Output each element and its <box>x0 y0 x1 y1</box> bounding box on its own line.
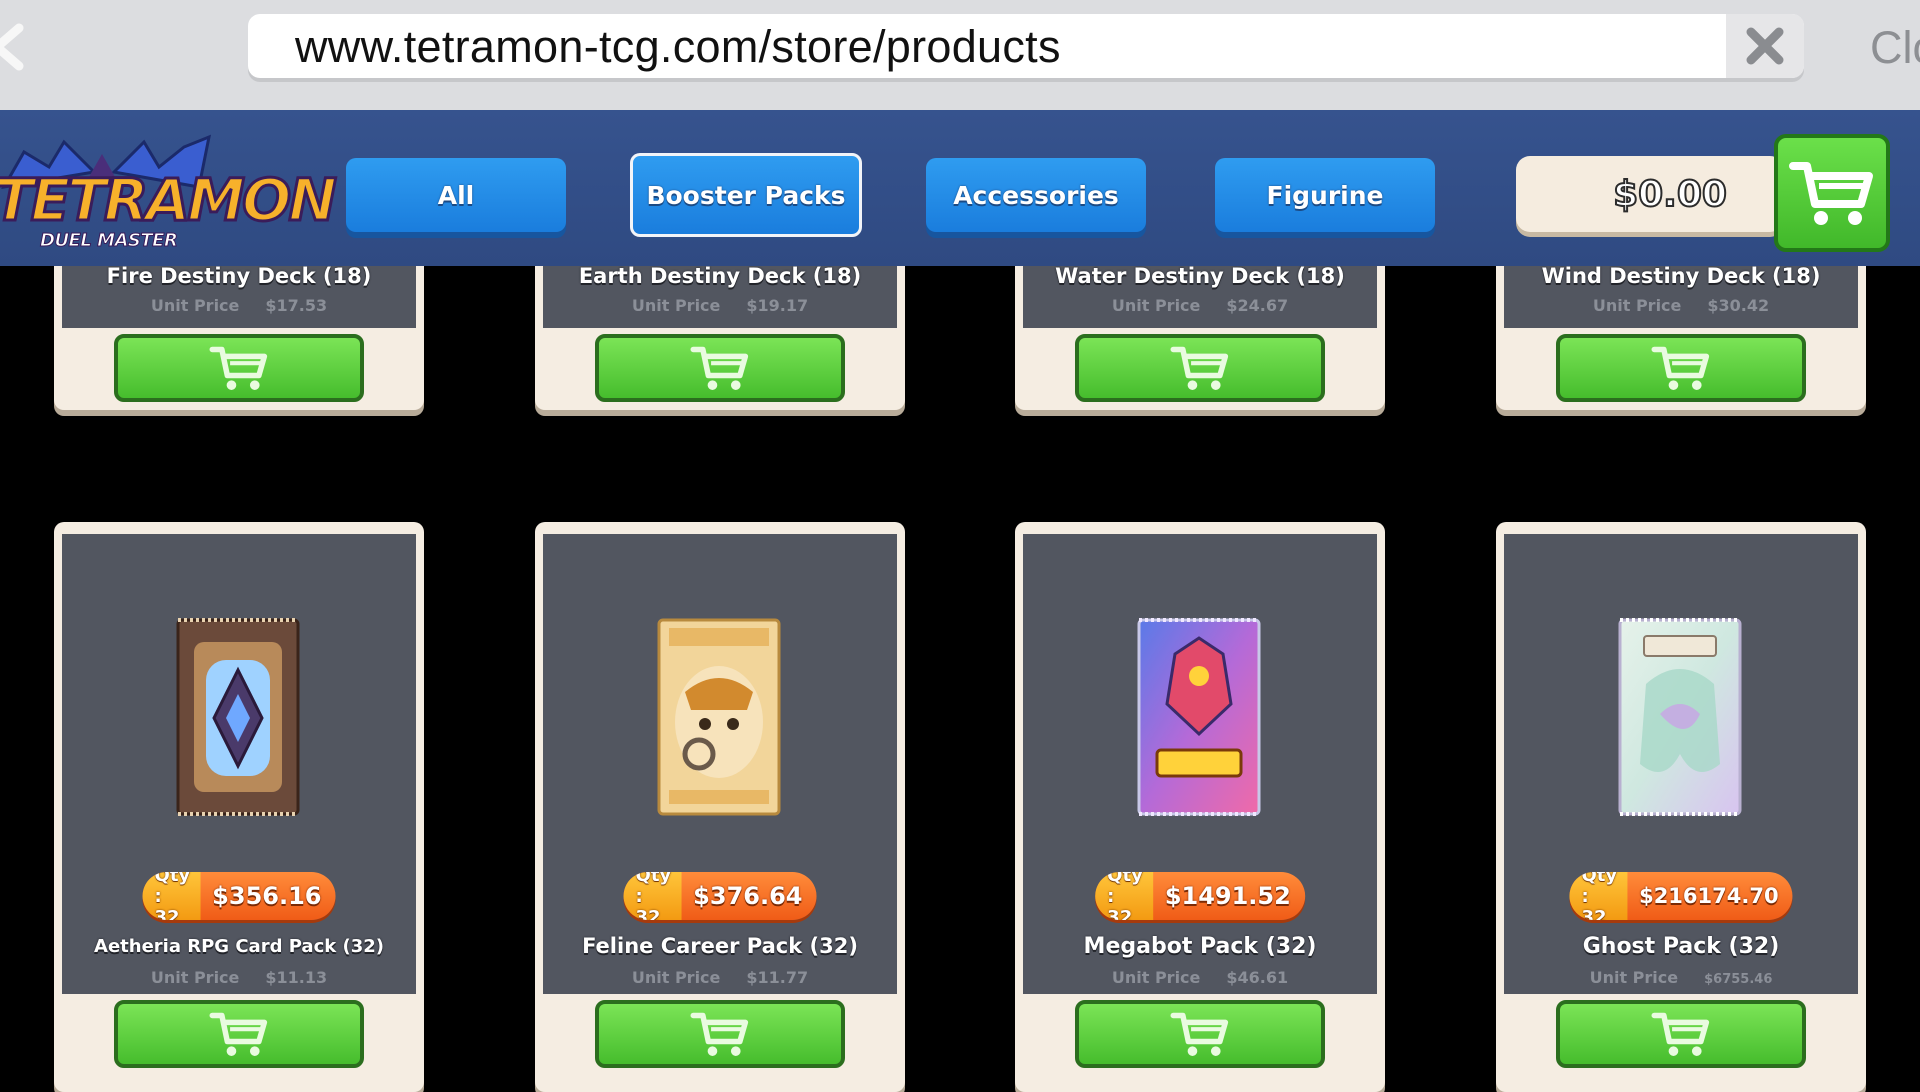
unit-price-label: Unit Price <box>1589 968 1679 987</box>
product-info-panel: Qty : 32 $216174.70 Ghost Pack (32) Unit… <box>1504 534 1858 994</box>
unit-price: Unit Price $11.77 <box>543 968 897 987</box>
qty-label: Qty : 32 <box>1569 872 1628 920</box>
cart-icon <box>1651 346 1710 390</box>
balance-display: $0.00 <box>1516 156 1784 232</box>
product-card: Qty : 32 $356.16 Aetheria RPG Card Pack … <box>54 522 424 1092</box>
tab-accessories[interactable]: Accessories <box>926 158 1146 232</box>
qty-label: Qty : 32 <box>142 872 201 920</box>
chevron-left-icon <box>0 23 24 71</box>
unit-price-value: $46.61 <box>1226 968 1289 987</box>
url-text[interactable]: www.tetramon-tcg.com/store/products <box>295 14 1061 78</box>
unit-price-value: $11.13 <box>265 968 328 987</box>
product-name: Earth Destiny Deck (18) <box>578 264 862 288</box>
unit-price: Unit Price $17.53 <box>62 296 416 315</box>
cart-icon <box>209 346 268 390</box>
pack-price: $376.64 <box>693 882 803 910</box>
browser-chrome: www.tetramon-tcg.com/store/products Clo <box>0 0 1920 110</box>
megabot-pack-image[interactable] <box>1135 614 1263 820</box>
unit-price-value: $6755.46 <box>1704 972 1773 987</box>
unit-price-value: $24.67 <box>1226 296 1289 315</box>
add-to-cart-button[interactable] <box>1556 334 1806 402</box>
logo-subtitle: DUEL MASTER <box>39 230 178 252</box>
logo-title: TETRAMON <box>0 165 338 236</box>
product-name: Aetheria RPG Card Pack (32) <box>94 936 384 957</box>
pack-price: $216174.70 <box>1639 884 1779 908</box>
unit-price: Unit Price $19.17 <box>543 296 897 315</box>
product-card: Qty : 32 $216174.70 Ghost Pack (32) Unit… <box>1496 522 1866 1092</box>
pack-price: $1491.52 <box>1164 882 1291 910</box>
pack-price: $356.16 <box>212 882 322 910</box>
back-button[interactable] <box>0 18 34 76</box>
add-to-cart-button[interactable] <box>1556 1000 1806 1068</box>
cart-icon <box>690 1012 749 1056</box>
store-header: TETRAMON DUEL MASTER All Booster Packs A… <box>0 110 1920 266</box>
unit-price-label: Unit Price <box>631 968 721 987</box>
product-name: Water Destiny Deck (18) <box>1055 264 1345 288</box>
qty-price-badge: Qty : 32 $376.64 <box>623 872 817 920</box>
product-info-panel: Qty : 32 $356.16 Aetheria RPG Card Pack … <box>62 534 416 994</box>
add-to-cart-button[interactable] <box>114 334 364 402</box>
tab-all[interactable]: All <box>346 158 566 232</box>
unit-price: Unit Price $30.42 <box>1504 296 1858 315</box>
product-info-panel: Qty : 32 $376.64 Feline Career Pack (32)… <box>543 534 897 994</box>
unit-price-label: Unit Price <box>1592 296 1682 315</box>
cart-icon <box>209 1012 268 1056</box>
qty-price-badge: Qty : 32 $1491.52 <box>1095 872 1305 920</box>
product-name: Ghost Pack (32) <box>1582 934 1780 959</box>
url-bar[interactable]: www.tetramon-tcg.com/store/products <box>248 14 1804 78</box>
unit-price-value: $30.42 <box>1707 296 1770 315</box>
cart-icon <box>1651 1012 1710 1056</box>
qty-label: Qty : 32 <box>1095 872 1153 920</box>
cart-button[interactable] <box>1774 134 1890 252</box>
close-icon <box>1746 27 1784 65</box>
unit-price: Unit Price $11.13 <box>62 968 416 987</box>
unit-price: Unit Price $46.61 <box>1023 968 1377 987</box>
tetramon-logo[interactable]: TETRAMON DUEL MASTER <box>0 132 338 252</box>
cart-icon <box>1789 162 1873 225</box>
product-info-panel: Qty : 32 $1491.52 Megabot Pack (32) Unit… <box>1023 534 1377 994</box>
cart-icon <box>1170 1012 1229 1056</box>
tab-booster-packs[interactable]: Booster Packs <box>630 153 862 237</box>
clear-url-button[interactable] <box>1726 14 1804 78</box>
product-name: Megabot Pack (32) <box>1083 934 1317 959</box>
product-card: Qty : 32 $1491.52 Megabot Pack (32) Unit… <box>1015 522 1385 1092</box>
qty-price-badge: Qty : 32 $356.16 <box>142 872 336 920</box>
qty-label: Qty : 32 <box>623 872 682 920</box>
ghost-pack-image[interactable] <box>1616 614 1744 820</box>
unit-price-value: $19.17 <box>746 296 809 315</box>
unit-price-label: Unit Price <box>631 296 721 315</box>
product-name: Wind Destiny Deck (18) <box>1541 264 1821 288</box>
unit-price: Unit Price $24.67 <box>1023 296 1377 315</box>
add-to-cart-button[interactable] <box>1075 334 1325 402</box>
add-to-cart-button[interactable] <box>595 1000 845 1068</box>
add-to-cart-button[interactable] <box>114 1000 364 1068</box>
add-to-cart-button[interactable] <box>1075 1000 1325 1068</box>
close-link[interactable]: Clo <box>1870 18 1920 78</box>
cart-icon <box>1170 346 1229 390</box>
unit-price-label: Unit Price <box>1111 968 1201 987</box>
unit-price-label: Unit Price <box>150 296 240 315</box>
feline-career-pack-image[interactable] <box>655 614 783 820</box>
unit-price-label: Unit Price <box>1111 296 1201 315</box>
tab-figurine[interactable]: Figurine <box>1215 158 1435 232</box>
product-card: Qty : 32 $376.64 Feline Career Pack (32)… <box>535 522 905 1092</box>
add-to-cart-button[interactable] <box>595 334 845 402</box>
unit-price-value: $11.77 <box>746 968 809 987</box>
unit-price-label: Unit Price <box>150 968 240 987</box>
product-name: Feline Career Pack (32) <box>582 934 858 958</box>
unit-price-value: $17.53 <box>265 296 328 315</box>
unit-price: Unit Price $6755.46 <box>1504 968 1858 987</box>
product-name: Fire Destiny Deck (18) <box>106 264 372 288</box>
aetheria-pack-image[interactable] <box>174 614 302 820</box>
cart-icon <box>690 346 749 390</box>
qty-price-badge: Qty : 32 $216174.70 <box>1569 872 1793 920</box>
